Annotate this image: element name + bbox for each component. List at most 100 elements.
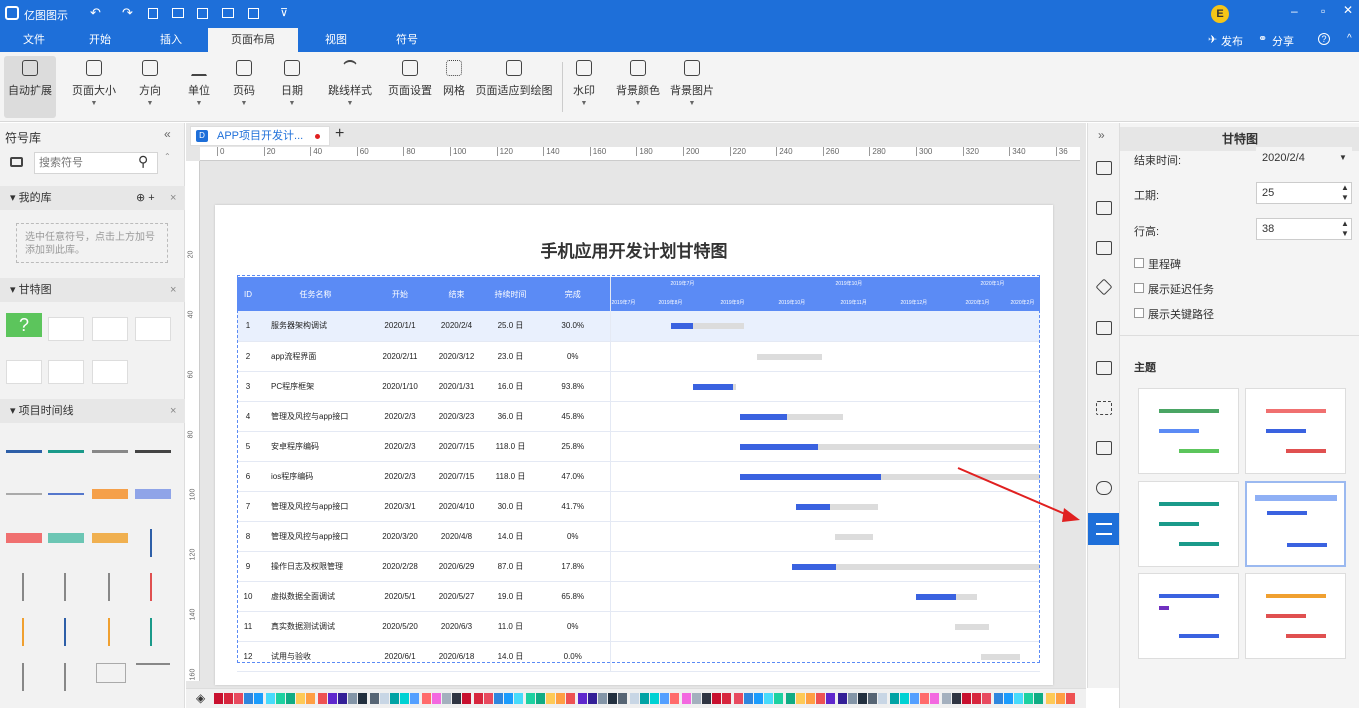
color-swatch[interactable] <box>214 693 223 704</box>
stepper-icon[interactable]: ▲ ▼ <box>1341 183 1349 203</box>
color-swatch[interactable] <box>692 693 701 704</box>
color-swatch[interactable] <box>910 693 919 704</box>
color-swatch[interactable] <box>786 693 795 704</box>
layers-icon[interactable] <box>1095 278 1113 296</box>
color-swatch[interactable] <box>422 693 431 704</box>
theme-option[interactable] <box>1245 388 1346 474</box>
layout-grid-icon[interactable] <box>1096 201 1112 215</box>
color-swatch[interactable] <box>1066 693 1075 704</box>
color-swatch[interactable] <box>556 693 565 704</box>
color-swatch[interactable] <box>796 693 805 704</box>
color-swatch[interactable] <box>318 693 327 704</box>
color-swatch[interactable] <box>432 693 441 704</box>
color-swatch[interactable] <box>878 693 887 704</box>
color-swatch[interactable] <box>826 693 835 704</box>
color-swatch[interactable] <box>328 693 337 704</box>
color-swatch[interactable] <box>764 693 773 704</box>
color-swatch[interactable] <box>816 693 825 704</box>
color-swatch[interactable] <box>890 693 899 704</box>
color-swatch[interactable] <box>254 693 263 704</box>
color-swatch[interactable] <box>618 693 627 704</box>
color-swatch[interactable] <box>640 693 649 704</box>
theme-option[interactable] <box>1138 388 1239 474</box>
theme-option-selected[interactable] <box>1245 481 1346 567</box>
fill-bucket-icon[interactable]: ◈ <box>196 691 205 705</box>
image-icon[interactable] <box>1096 241 1112 255</box>
color-swatch[interactable] <box>578 693 587 704</box>
color-swatch[interactable] <box>702 693 711 704</box>
gantt-panel-tab[interactable] <box>1088 513 1120 545</box>
color-swatch[interactable] <box>744 693 753 704</box>
color-swatch[interactable] <box>546 693 555 704</box>
color-swatch[interactable] <box>712 693 721 704</box>
row-height-stepper[interactable]: 38 ▲ ▼ <box>1256 218 1352 240</box>
color-swatch[interactable] <box>296 693 305 704</box>
color-swatch[interactable] <box>494 693 503 704</box>
theme-option[interactable] <box>1138 573 1239 659</box>
color-swatch[interactable] <box>920 693 929 704</box>
color-swatch[interactable] <box>286 693 295 704</box>
color-swatch[interactable] <box>410 693 419 704</box>
color-swatch[interactable] <box>566 693 575 704</box>
history-icon[interactable] <box>1096 481 1112 495</box>
milestone-checkbox[interactable] <box>1134 258 1144 268</box>
color-swatch[interactable] <box>370 693 379 704</box>
color-swatch[interactable] <box>442 693 451 704</box>
color-swatch[interactable] <box>224 693 233 704</box>
color-swatch[interactable] <box>390 693 399 704</box>
color-swatch[interactable] <box>900 693 909 704</box>
color-swatch[interactable] <box>1014 693 1023 704</box>
color-swatch[interactable] <box>1024 693 1033 704</box>
color-swatch[interactable] <box>660 693 669 704</box>
fill-icon[interactable] <box>1096 161 1112 175</box>
color-swatch[interactable] <box>474 693 483 704</box>
color-swatch[interactable] <box>670 693 679 704</box>
color-swatch[interactable] <box>942 693 951 704</box>
color-swatch[interactable] <box>452 693 461 704</box>
color-swatch[interactable] <box>972 693 981 704</box>
color-swatch[interactable] <box>526 693 535 704</box>
color-swatch[interactable] <box>536 693 545 704</box>
color-swatch[interactable] <box>868 693 877 704</box>
color-swatch[interactable] <box>858 693 867 704</box>
color-swatch[interactable] <box>400 693 409 704</box>
color-swatch[interactable] <box>380 693 389 704</box>
color-swatch[interactable] <box>588 693 597 704</box>
color-swatch[interactable] <box>774 693 783 704</box>
color-swatch[interactable] <box>630 693 639 704</box>
color-swatch[interactable] <box>1046 693 1055 704</box>
color-swatch[interactable] <box>848 693 857 704</box>
color-swatch[interactable] <box>838 693 847 704</box>
presentation-icon[interactable] <box>1096 441 1112 455</box>
end-time-field[interactable]: 2020/2/4 ▼ <box>1256 147 1352 169</box>
color-swatch[interactable] <box>462 693 471 704</box>
duration-stepper[interactable]: 25 ▲ ▼ <box>1256 182 1352 204</box>
color-swatch[interactable] <box>608 693 617 704</box>
color-swatch[interactable] <box>734 693 743 704</box>
color-swatch[interactable] <box>930 693 939 704</box>
color-swatch[interactable] <box>358 693 367 704</box>
color-swatch[interactable] <box>650 693 659 704</box>
color-swatch[interactable] <box>276 693 285 704</box>
color-swatch[interactable] <box>682 693 691 704</box>
color-swatch[interactable] <box>244 693 253 704</box>
theme-option[interactable] <box>1138 481 1239 567</box>
page-icon[interactable] <box>1096 321 1112 335</box>
color-swatch[interactable] <box>722 693 731 704</box>
color-swatch[interactable] <box>348 693 357 704</box>
color-swatch[interactable] <box>982 693 991 704</box>
color-swatch[interactable] <box>952 693 961 704</box>
color-swatch[interactable] <box>338 693 347 704</box>
collapse-right-icon[interactable]: » <box>1098 128 1105 142</box>
theme-option[interactable] <box>1245 573 1346 659</box>
color-swatch[interactable] <box>754 693 763 704</box>
color-swatch[interactable] <box>994 693 1003 704</box>
color-swatch[interactable] <box>306 693 315 704</box>
color-swatch[interactable] <box>806 693 815 704</box>
color-swatch[interactable] <box>598 693 607 704</box>
critical-path-checkbox[interactable] <box>1134 308 1144 318</box>
show-delay-checkbox[interactable] <box>1134 283 1144 293</box>
color-swatch[interactable] <box>1056 693 1065 704</box>
color-swatch[interactable] <box>266 693 275 704</box>
data-icon[interactable] <box>1096 361 1112 375</box>
